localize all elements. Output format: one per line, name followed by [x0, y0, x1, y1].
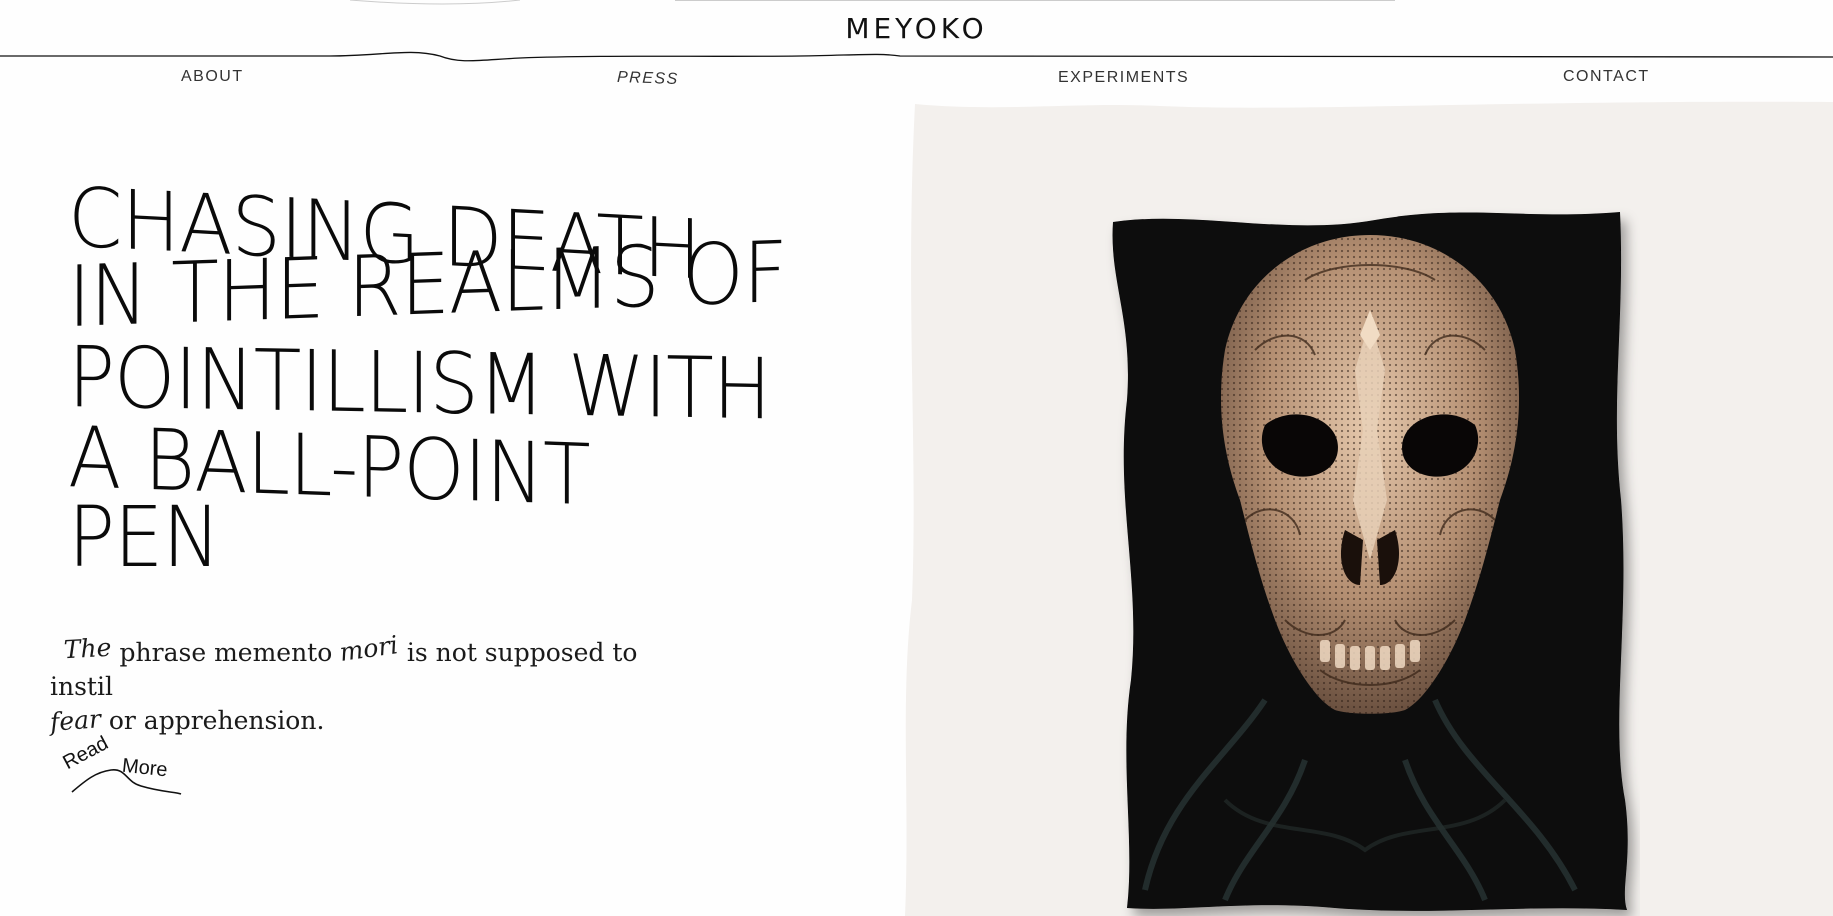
hero-headline: CHASING DEATH IN THE REALMS OF POINTILLI… [68, 171, 828, 587]
headline-line-2: IN THE REALMS OF [68, 224, 787, 347]
headline-line-5: PEN [68, 489, 221, 587]
page: MEYOKO ABOUT PRESS EXPERIMENTS CONTACT C… [0, 0, 1833, 916]
hero-intro: The phrase memento mori is not supposed … [49, 630, 690, 738]
nav-press[interactable]: PRESS [617, 69, 679, 89]
read-more-link[interactable]: Read More [56, 730, 196, 800]
intro-word-mori: mori [337, 630, 401, 667]
skull-artwork[interactable] [1105, 200, 1640, 916]
nav-experiments[interactable]: EXPERIMENTS [1058, 69, 1189, 87]
brand-logo[interactable]: MEYOKO [0, 12, 1833, 45]
intro-word-the: The [63, 632, 113, 665]
nav-contact[interactable]: CONTACT [1563, 68, 1650, 86]
intro-phrase: phrase memento [119, 638, 333, 667]
read-more-word-more: More [121, 754, 169, 782]
nav-about[interactable]: ABOUT [181, 68, 244, 86]
